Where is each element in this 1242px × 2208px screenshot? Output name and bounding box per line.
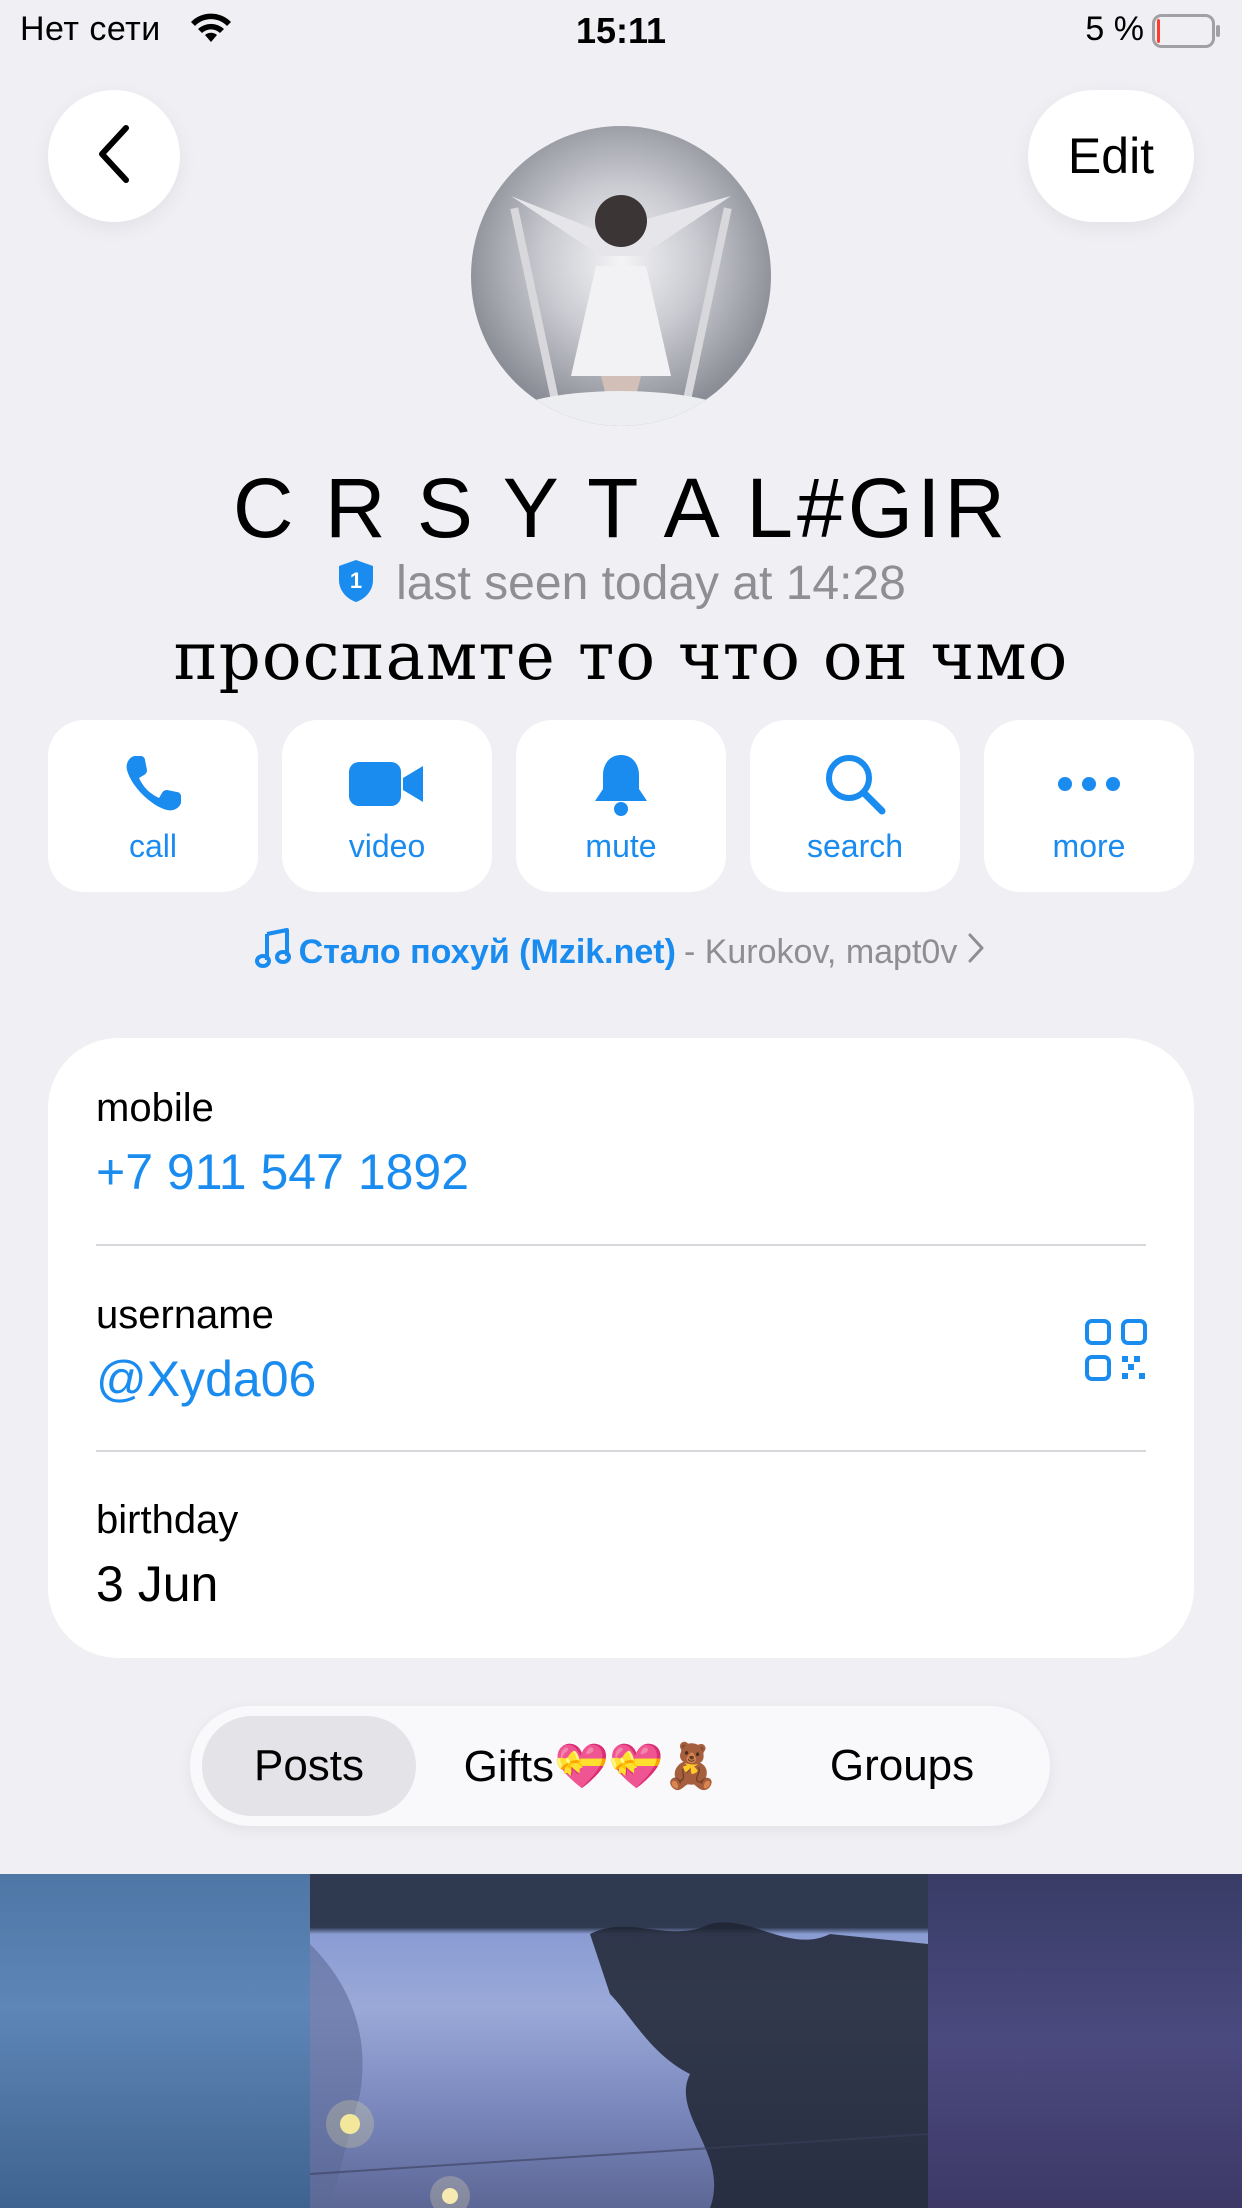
shield-badge-icon[interactable]: 1 (336, 558, 376, 609)
battery-percent: 5 % (1085, 10, 1144, 48)
divider (96, 1244, 1146, 1246)
username-value[interactable]: @Xyda06 (96, 1350, 1146, 1408)
chevron-left-icon (94, 124, 134, 189)
edit-button[interactable]: Edit (1028, 90, 1194, 222)
battery-icon (1152, 14, 1222, 48)
profile-bio: проспамте то что он чмо (173, 618, 1069, 695)
chevron-right-icon (965, 931, 987, 974)
mute-button[interactable]: mute (516, 720, 726, 892)
back-button[interactable] (48, 90, 180, 222)
more-button[interactable]: more (984, 720, 1194, 892)
music-title: Стало похуй (Mzik.net) (298, 933, 676, 971)
bell-icon (591, 748, 651, 820)
post-thumbnail[interactable] (309, 1874, 929, 2208)
clock-time: 15:11 (575, 10, 667, 51)
tab-gifts[interactable]: Gifts💝💝🧸 (426, 1716, 756, 1816)
birthday-label: birthday (96, 1498, 239, 1542)
more-dots-icon (1056, 748, 1122, 820)
profile-name: C R S Y T A L#GIR (232, 461, 1010, 555)
info-card: mobile +7 911 547 1892 username @Xyda06 … (48, 1038, 1194, 1658)
username-label: username (96, 1293, 274, 1337)
avatar[interactable] (471, 126, 771, 426)
qr-code-icon[interactable] (1084, 1318, 1148, 1382)
mobile-value[interactable]: +7 911 547 1892 (96, 1143, 1146, 1201)
profile-music-row[interactable]: Стало похуй (Mzik.net) - Kurokov, mapt0v (0, 928, 1242, 977)
tab-groups[interactable]: Groups (770, 1716, 1034, 1816)
search-label: search (806, 827, 904, 864)
phone-icon (121, 748, 185, 820)
more-label: more (1052, 827, 1126, 864)
post-thumbnail-blurred-left (0, 1874, 310, 2208)
mute-label: mute (585, 827, 657, 864)
profile-tabs: Posts Gifts💝💝🧸 Groups (190, 1706, 1050, 1826)
last-seen-row: 1 last seen today at 14:28 (0, 556, 1242, 611)
action-buttons: call video mute search more (48, 720, 1194, 892)
last-seen-text: last seen today at 14:28 (396, 557, 906, 610)
video-camera-icon (347, 748, 427, 820)
birthday-row: birthday 3 Jun (96, 1498, 1146, 1613)
birthday-value: 3 Jun (96, 1556, 219, 1612)
mobile-row[interactable]: mobile +7 911 547 1892 (96, 1086, 1146, 1201)
call-label: call (128, 827, 177, 864)
badge-number: 1 (350, 568, 362, 593)
divider (96, 1450, 1146, 1452)
status-bar: Нет сети 15:11 5 % (0, 0, 1242, 62)
profile-screen: Нет сети 15:11 5 % Edit C R S Y T A L#GI… (0, 0, 1242, 2208)
post-thumbnail-blurred-right (928, 1874, 1242, 2208)
username-row[interactable]: username @Xyda06 (96, 1293, 1146, 1408)
tab-posts[interactable]: Posts (202, 1716, 416, 1816)
video-label: video (348, 827, 426, 864)
posts-grid (0, 1874, 1242, 2208)
mobile-label: mobile (96, 1086, 214, 1130)
search-button[interactable]: search (750, 720, 960, 892)
music-artist: - Kurokov, mapt0v (683, 933, 958, 971)
video-button[interactable]: video (282, 720, 492, 892)
call-button[interactable]: call (48, 720, 258, 892)
music-note-icon (254, 928, 291, 977)
search-icon (822, 748, 888, 820)
